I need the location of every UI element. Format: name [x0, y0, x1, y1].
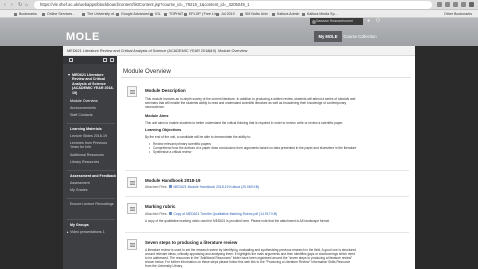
sidebar-heading-assessment[interactable]: Assessment and Feedback — [70, 174, 116, 178]
content-item-description: Module Description This module involves … — [125, 86, 409, 166]
forward-icon[interactable]: › — [11, 3, 16, 8]
refresh-icon[interactable] — [103, 58, 107, 62]
sidebar-item-video-presentations[interactable]: Video presentations 1 — [70, 230, 116, 234]
course-menu-toolbar — [63, 56, 117, 64]
divider — [121, 77, 411, 78]
sidebar-item-library-resources[interactable]: Library Resources — [70, 160, 116, 164]
bookmark[interactable]: Kaltura Media Sp... — [302, 11, 338, 17]
course-menu: MED621 Literature Review and Critical An… — [63, 56, 117, 269]
file-icon — [169, 212, 173, 216]
sidebar-item-module-overview[interactable]: Module Overview — [70, 99, 116, 103]
divider — [125, 170, 409, 171]
breadcrumb: MED621 Literature Review and Critical An… — [63, 46, 415, 56]
course-title[interactable]: MED621 Literature Review and Critical An… — [68, 73, 116, 95]
item-text: A literature review is used to set the r… — [145, 248, 357, 269]
notifications-icon[interactable]: ● — [367, 19, 372, 24]
attached-label: Attached Files: — [145, 212, 168, 216]
bookmark[interactable]: EFLOP | Free Lin... — [184, 11, 220, 17]
objectives-list: Review relevant primary scientific paper… — [149, 142, 357, 154]
item-title[interactable]: Seven steps to producing a literature re… — [145, 240, 237, 245]
content-item-handbook: Module Handbook 2018-19 Attached Files: M… — [125, 175, 409, 195]
item-text: This unit aims to enable students to bet… — [145, 121, 344, 125]
document-icon — [127, 86, 137, 97]
item-text: By the end of the unit, a candidate will… — [145, 135, 251, 139]
document-icon — [127, 239, 137, 250]
home-icon[interactable]: ⌂ — [25, 3, 30, 8]
extension-icon[interactable] — [453, 2, 458, 7]
breadcrumb-page: Module Overview — [218, 49, 248, 53]
item-title[interactable]: Marking rubric — [145, 204, 176, 209]
divider — [67, 170, 115, 171]
menu-icon[interactable] — [469, 2, 474, 7]
back-icon[interactable]: ‹ — [4, 3, 9, 8]
bookmark[interactable]: Google Advanced — [116, 11, 149, 17]
document-icon — [127, 203, 137, 214]
sidebar-heading-my-groups[interactable]: My Groups — [70, 223, 89, 227]
content-area: Module Overview Module Description This … — [117, 56, 415, 269]
bookmarks-bar: Bookmarks Online Services - The Universi… — [0, 10, 478, 18]
breadcrumb-separator-icon: ◉ — [208, 49, 212, 53]
extension-icon[interactable] — [445, 2, 450, 7]
sidebar-item-staff-contacts[interactable]: Staff Contacts — [70, 113, 116, 117]
attachment-link[interactable]: MED621 Module Handbook 2018-19 Kultura (… — [173, 185, 259, 189]
divider — [67, 123, 115, 124]
bookmark[interactable]: The University of... — [82, 11, 117, 17]
file-icon — [169, 185, 173, 189]
bookmark[interactable]: Jul 2019 — [216, 11, 235, 17]
address-bar[interactable]: https://vle.shef.ac.uk/webapps/blackboar… — [34, 1, 432, 9]
divider — [67, 219, 115, 220]
extension-icon[interactable] — [437, 2, 442, 7]
bookmark[interactable]: Online Services - — [42, 11, 74, 17]
attached-label: Attached Files: — [145, 185, 168, 189]
other-bookmarks[interactable]: Other Bookmarks — [444, 11, 472, 17]
item-text: This module involves an in-depth survey … — [145, 97, 356, 110]
tab-course-collection[interactable]: Course Collection — [342, 31, 378, 42]
item-subheading: Learning Objectives — [145, 128, 182, 132]
bookmark[interactable]: Bookmarks — [14, 11, 37, 17]
attachment-row: Attached Files: MED621 Module Handbook 20… — [145, 185, 259, 189]
user-menu[interactable]: Sawsan Hosnanhuseni — [310, 18, 363, 25]
item-title[interactable]: Module Description — [145, 88, 186, 93]
sidebar-heading-learning-materials[interactable]: Learning Materials — [70, 127, 102, 131]
bookmark[interactable]: IOL — [150, 11, 161, 17]
sidebar-item-my-grades[interactable]: My Grades — [70, 188, 116, 192]
attachment-row: Attached Files: Copy of MED621 TurnItIn Q… — [145, 212, 277, 216]
sidebar-item-additional-resources[interactable]: Additional Resources — [70, 153, 116, 157]
list-item: Synthesise a critical review — [149, 150, 357, 154]
reload-icon[interactable]: ↻ — [18, 3, 23, 8]
breadcrumb-course[interactable]: MED621 Literature Review and Critical An… — [67, 46, 216, 56]
bookmark[interactable]: Kaltura Admin — [272, 11, 299, 17]
document-icon — [127, 177, 137, 188]
divider — [67, 198, 115, 199]
sidebar-item-previous-lectures[interactable]: Lectures from Previous Years for Info — [70, 141, 116, 150]
item-title[interactable]: Module Handbook 2018-19 — [145, 178, 200, 183]
sidebar-item-lecture-slides[interactable]: Lecture Slides 2018-19 — [70, 134, 116, 138]
divider — [125, 196, 409, 197]
page-margin — [415, 46, 478, 269]
bookmark[interactable]: TOPHAT — [164, 11, 183, 17]
item-subheading: Module Aims — [145, 114, 169, 118]
logout-icon[interactable]: ⏻ — [376, 19, 381, 24]
sidebar-item-announcements[interactable]: Announcements — [70, 106, 116, 110]
item-text: A copy of the qualitative marking rubric… — [145, 219, 330, 223]
collapse-icon[interactable] — [110, 58, 114, 62]
menu-toggle-icon[interactable] — [69, 58, 73, 62]
extension-icon[interactable] — [461, 2, 466, 7]
page-title: Module Overview — [123, 68, 171, 75]
expand-arrow-icon[interactable]: ▸ — [67, 230, 69, 234]
sidebar-item-assessment[interactable]: Assessment — [70, 181, 116, 185]
site-logo[interactable]: MOLE — [66, 31, 100, 43]
content-item-rubric: Marking rubric Attached Files: Copy of ME… — [125, 201, 409, 227]
sidebar-item-encore[interactable]: Encore Lecture Recordings — [70, 202, 116, 206]
browser-toolbar: ‹ › ↻ ⌂ https://vle.shef.ac.uk/webapps/b… — [0, 0, 478, 10]
tab-my-mole[interactable]: My MOLE — [314, 31, 342, 42]
attachment-link[interactable]: Copy of MED621 TurnItIn Qualitative Mark… — [173, 212, 277, 216]
bookmark[interactable]: SM Notts Univ — [240, 11, 268, 17]
divider — [125, 232, 409, 233]
content-item-seven-steps: Seven steps to producing a literature re… — [125, 237, 409, 269]
